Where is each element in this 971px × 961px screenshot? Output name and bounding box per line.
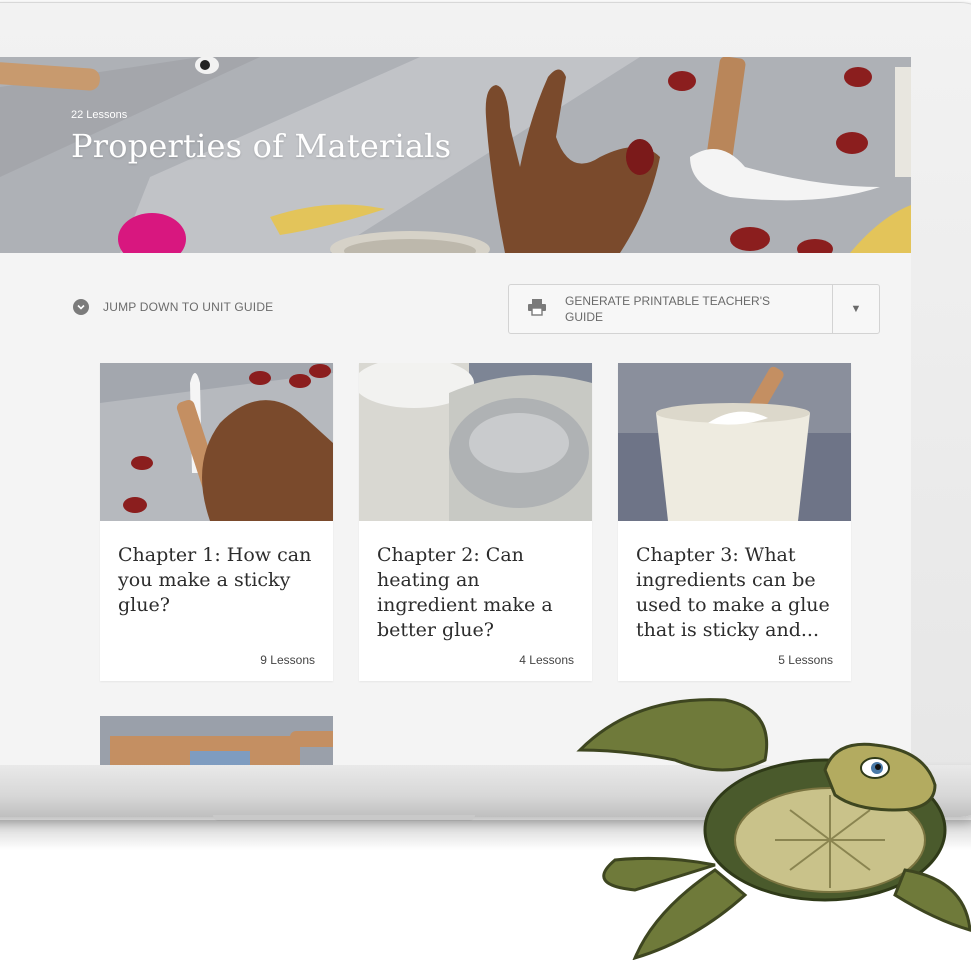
chapter-title: Chapter 2: Can heating an ingredient mak… bbox=[377, 544, 553, 641]
unit-lesson-count: 22 Lessons bbox=[71, 109, 128, 121]
generate-guide-dropdown[interactable]: ▼ bbox=[832, 285, 879, 333]
generate-guide-control: GENERATE PRINTABLE TEACHER'S GUIDE ▼ bbox=[508, 284, 880, 334]
laptop-screen: 22 Lessons Properties of Materials JUMP … bbox=[0, 57, 911, 765]
chapter-lesson-count: 4 Lessons bbox=[519, 653, 574, 667]
printer-icon bbox=[527, 298, 549, 321]
chevron-down-circle-icon bbox=[73, 299, 89, 315]
chapter-card-3[interactable]: Chapter 3: What ingredients can be used … bbox=[618, 363, 851, 681]
sea-turtle-mascot bbox=[576, 698, 971, 960]
chapter-title: Chapter 1: How can you make a sticky glu… bbox=[118, 544, 312, 616]
chapter-card-1[interactable]: Chapter 1: How can you make a sticky glu… bbox=[100, 363, 333, 681]
chapter-lesson-count: 9 Lessons bbox=[260, 653, 315, 667]
chapter-card-4-partial[interactable] bbox=[100, 716, 333, 765]
unit-title: Properties of Materials bbox=[71, 127, 452, 165]
chapter-1-image bbox=[100, 363, 333, 521]
generate-guide-button[interactable]: GENERATE PRINTABLE TEACHER'S GUIDE bbox=[509, 285, 832, 333]
chapter-2-image bbox=[359, 363, 592, 521]
unit-hero-banner: 22 Lessons Properties of Materials bbox=[0, 57, 911, 253]
chapter-4-image bbox=[100, 716, 333, 765]
generate-guide-label: GENERATE PRINTABLE TEACHER'S GUIDE bbox=[565, 294, 771, 324]
jump-label: JUMP DOWN TO UNIT GUIDE bbox=[103, 300, 274, 314]
chapter-lesson-count: 5 Lessons bbox=[778, 653, 833, 667]
chapter-title: Chapter 3: What ingredients can be used … bbox=[636, 544, 830, 641]
jump-to-unit-guide-link[interactable]: JUMP DOWN TO UNIT GUIDE bbox=[73, 299, 273, 315]
chapter-card-2[interactable]: Chapter 2: Can heating an ingredient mak… bbox=[359, 363, 592, 681]
chapter-3-image bbox=[618, 363, 851, 521]
caret-down-icon: ▼ bbox=[850, 303, 862, 315]
